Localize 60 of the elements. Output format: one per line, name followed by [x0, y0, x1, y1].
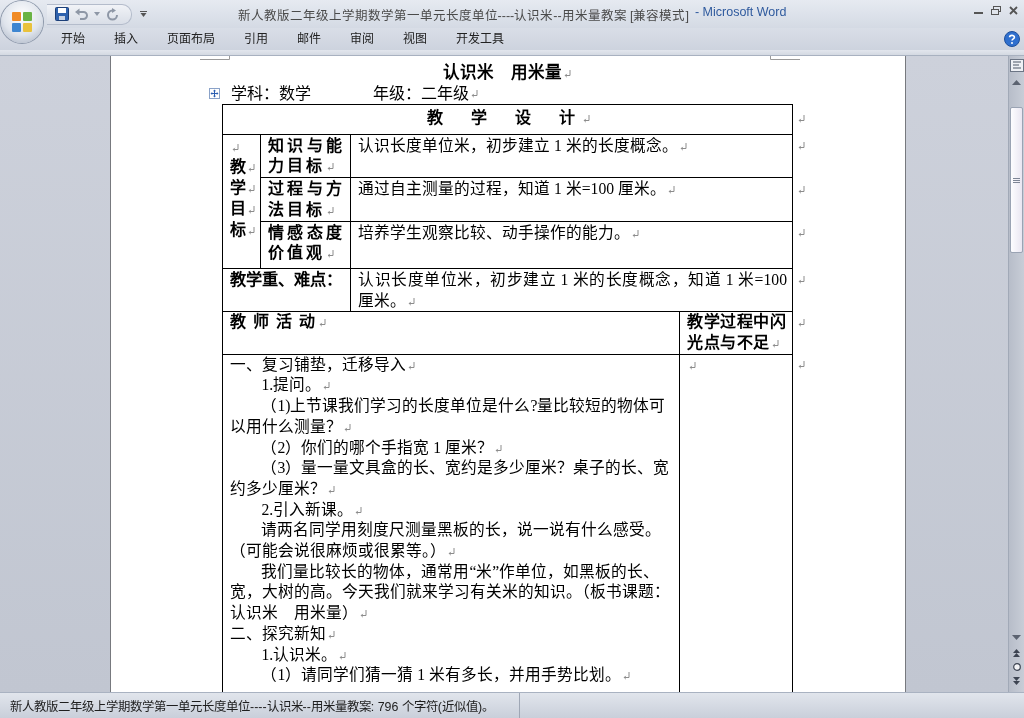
key-points-label: 教学重、难点： — [230, 270, 342, 289]
objective-text: 认识长度单位米，初步建立 1 米的长度概念。 — [358, 136, 678, 154]
lesson-paragraph: 请两名同学用刻度尺测量黑板的长，说一说有什么感受。（可能会说很麻烦或很累等。） — [230, 521, 662, 560]
lesson-paragraph: （1）请同学们猜一猜 1 米有多长，并用手势比划。 — [261, 666, 621, 684]
ribbon-tab[interactable]: 插入 — [99, 28, 152, 50]
lesson-paragraph: （2）你们的哪个手指宽 1 厘米？ — [261, 438, 493, 456]
section-heading: 一、复习铺垫，迁移导入 — [230, 355, 406, 373]
lesson-paragraph: （1)上节课我们学习的长度单位是什么?量比较短的物体可以用什么测量？ — [230, 397, 666, 435]
next-page-icon[interactable] — [1013, 677, 1020, 685]
lesson-paragraph: 1.提问。 — [261, 376, 322, 394]
table-title: 教 学 设 计 — [427, 109, 581, 126]
key-points-text: 认识长度单位米，初步建立 1 米的长度概念，知道 1 米=100 厘米。 — [358, 270, 787, 309]
objective-text: 培养学生观察比较、动手操作的能力。 — [358, 223, 630, 241]
subject-text: 学科：数学 — [231, 84, 311, 104]
restore-icon[interactable] — [991, 5, 1001, 15]
ribbon-tab[interactable]: 引用 — [229, 28, 282, 50]
status-text: 新人教版二年级上学期数学第一单元长度单位----认识米--用米量教案: 796 个字符(近似值)。 — [10, 698, 494, 715]
ribbon-tab[interactable]: 开发工具 — [441, 28, 518, 50]
move-handle-icon[interactable] — [209, 88, 220, 99]
scrollbar-thumb[interactable] — [1010, 107, 1023, 253]
objectives-label-char: 学 — [230, 179, 246, 197]
crop-mark-icon — [200, 56, 230, 60]
column-header: 教 师 活 动 — [230, 313, 317, 331]
caret-icon[interactable] — [140, 11, 147, 17]
grade-text: 年级：二年级 — [373, 84, 469, 104]
objective-label: 过程与方法目标 — [268, 180, 345, 218]
ribbon-tab[interactable]: 邮件 — [282, 28, 335, 50]
column-header: 教学过程中闪光点与不足 — [687, 313, 786, 352]
browse-object-icon[interactable] — [1012, 663, 1021, 671]
objective-label: 知识与能力目标 — [268, 136, 345, 175]
ribbon-tab[interactable]: 页面布局 — [152, 28, 229, 50]
crop-mark-icon — [770, 56, 800, 60]
ribbon-tab[interactable]: 审阅 — [335, 28, 388, 50]
scroll-up-arrow-icon[interactable] — [1012, 80, 1021, 85]
lesson-paragraph: 1.认识米。 — [261, 645, 338, 663]
window-title: 新人教版二年级上学期数学第一单元长度单位----认识米--用米量教案 [兼容模式] — [237, 7, 689, 24]
ruler-toggle-icon[interactable] — [1009, 59, 1024, 72]
objectives-label-char: 目 — [230, 199, 246, 217]
redo-icon[interactable] — [106, 7, 119, 21]
objective-text: 通过自主测量的过程，知道 1 米=100 厘米。 — [358, 180, 666, 198]
lesson-paragraph: 2.引入新课。 — [261, 500, 354, 518]
caret-icon[interactable] — [94, 12, 100, 16]
ribbon-tab[interactable]: 视图 — [388, 28, 441, 50]
lesson-paragraph: 我们量比较长的物体，通常用“米”作单位，如黑板的长、宽，大树的高。今天我们就来学习有关米的知识。（板书课题：认识米 用米量） — [230, 562, 670, 622]
objectives-label-char: 教 — [230, 158, 246, 176]
help-icon[interactable] — [1004, 31, 1020, 47]
close-icon[interactable] — [1009, 5, 1018, 15]
section-heading: 二、探究新知 — [230, 624, 326, 642]
save-icon[interactable] — [55, 7, 69, 21]
squares-logo-icon — [12, 12, 32, 32]
ribbon-tab[interactable]: 开始 — [46, 28, 99, 50]
lesson-paragraph: （3）量一量文具盒的长、宽约是多少厘米？桌子的长、宽约多少厘米？ — [230, 459, 670, 497]
grip-icon — [1013, 177, 1020, 183]
objective-label: 情感态度价值观 — [268, 223, 345, 262]
app-name: - Microsoft Word — [694, 4, 787, 21]
undo-icon[interactable] — [75, 8, 88, 20]
previous-page-icon[interactable] — [1013, 649, 1020, 657]
objectives-label-char: 标 — [230, 220, 246, 238]
document-title: 认识米 用米量 — [443, 63, 562, 82]
scroll-down-arrow-icon[interactable] — [1012, 635, 1021, 640]
